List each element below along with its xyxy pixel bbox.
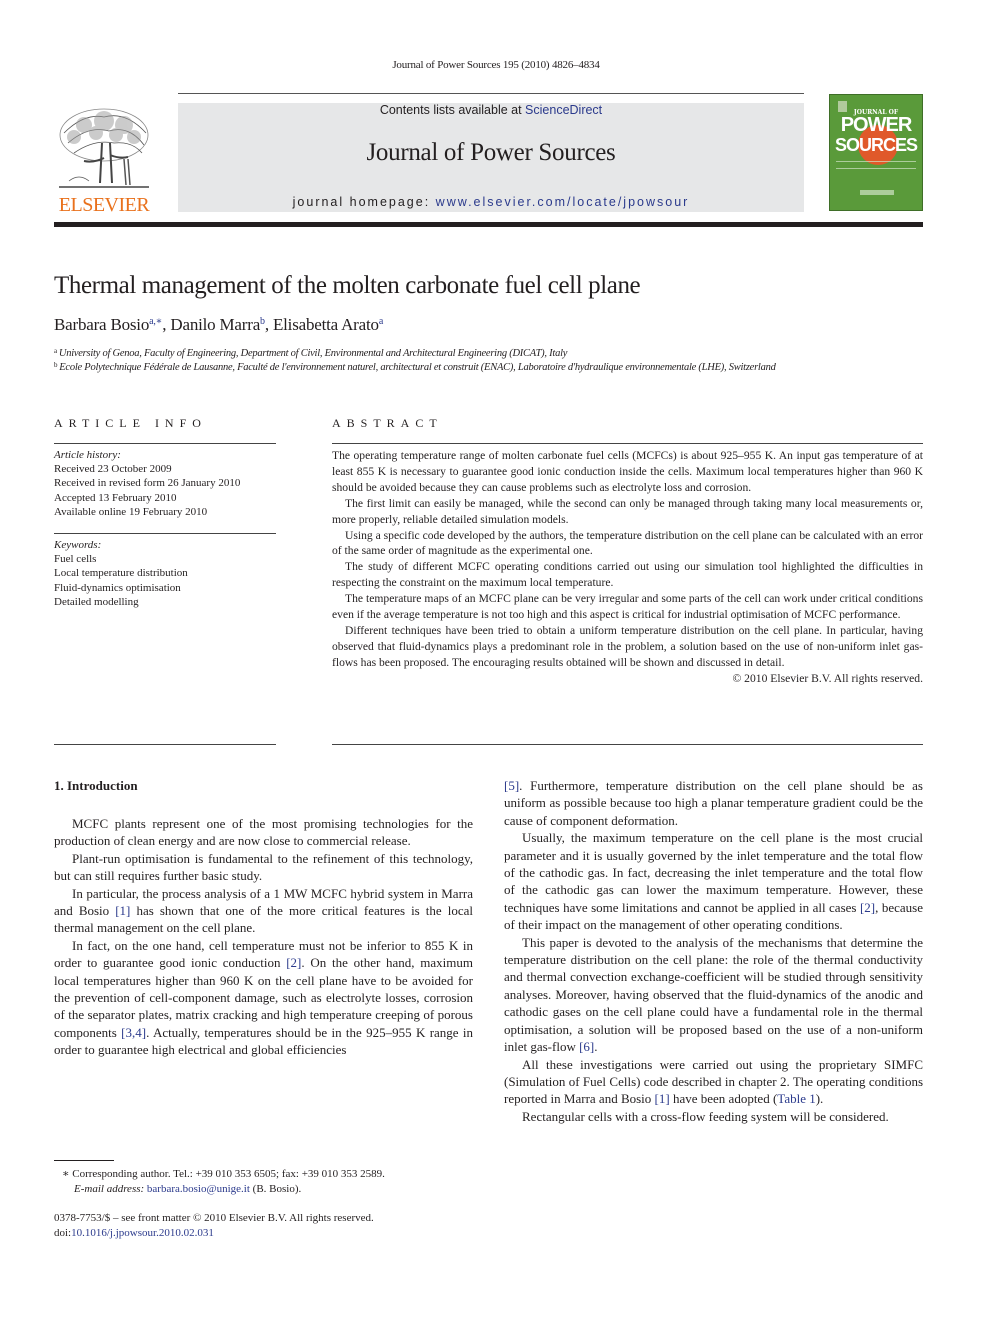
journal-title: Journal of Power Sources <box>366 139 616 166</box>
abstract-heading: ABSTRACT <box>332 416 443 430</box>
affiliation-b: b Ecole Polytechnique Fédérale de Lausann… <box>54 361 776 373</box>
keyword-item: Fuel cells <box>54 553 97 566</box>
author-affiliation-marker[interactable]: a,∗ <box>149 316 162 327</box>
doi-prefix: doi: <box>54 1226 72 1239</box>
text-run: . <box>594 1039 598 1055</box>
abstract-paragraph: The operating temperature range of molte… <box>332 449 923 494</box>
issn-line: 0378-7753/$ – see front matter © 2010 El… <box>54 1212 374 1224</box>
abstract-body: The operating temperature range of molte… <box>332 448 923 687</box>
cover-title-line3: SOURCES <box>834 135 918 155</box>
divider <box>332 443 923 444</box>
body-paragraph: Usually, the maximum temperature on the … <box>504 829 923 933</box>
history-item: Received in revised form 26 January 2010 <box>54 477 241 490</box>
keyword-item: Fluid-dynamics optimisation <box>54 581 181 594</box>
citation-link[interactable]: [6] <box>579 1039 594 1054</box>
corresponding-author-footnote: ∗ Corresponding author. Tel.: +39 010 35… <box>62 1167 385 1196</box>
history-item: Available online 19 February 2010 <box>54 505 208 518</box>
body-paragraph: MCFC plants represent one of the most pr… <box>54 816 473 849</box>
journal-banner: Contents lists available at ScienceDirec… <box>178 103 804 212</box>
header-thick-rule <box>54 222 923 227</box>
abstract-paragraph: The first limit can easily be managed, w… <box>332 496 923 526</box>
abstract-paragraph: Different techniques have been tried to … <box>332 623 923 669</box>
body-paragraph: In fact, on the one hand, cell temperatu… <box>54 937 473 1059</box>
homepage-line: journal homepage: www.elsevier.com/locat… <box>178 195 804 209</box>
author-name: Danilo Marra <box>170 315 261 334</box>
journal-cover-image: JOURNAL OF POWER SOURCES <box>829 94 923 211</box>
keywords-label: Keywords: <box>54 539 102 551</box>
divider <box>54 744 276 745</box>
divider <box>54 443 276 444</box>
body-paragraph: This paper is devoted to the analysis of… <box>504 934 923 1056</box>
journal-homepage-link[interactable]: www.elsevier.com/locate/jpowsour <box>436 195 690 209</box>
abstract-paragraph: The temperature maps of an MCFC plane ca… <box>332 592 923 622</box>
abstract-copyright: © 2010 Elsevier B.V. All rights reserved… <box>732 671 923 685</box>
author-name: Barbara Bosio <box>54 315 150 334</box>
doi-line: doi:10.1016/j.jpowsour.2010.02.031 <box>54 1226 374 1241</box>
keyword-item: Detailed modelling <box>54 595 139 608</box>
history-item: Accepted 13 February 2010 <box>54 491 177 504</box>
table-link[interactable]: Table 1 <box>777 1091 815 1106</box>
footnote-email-line: E-mail address: barbara.bosio@unige.it (… <box>62 1182 385 1197</box>
body-paragraph: [5]. Furthermore, temperature distributi… <box>504 777 923 829</box>
abstract-paragraph: Using a specific code developed by the a… <box>332 528 923 558</box>
sciencedirect-link[interactable]: ScienceDirect <box>525 103 602 117</box>
citation-link[interactable]: [2] <box>860 900 875 915</box>
header-top-rule <box>178 93 804 94</box>
divider <box>332 744 923 745</box>
footnote-line: ∗ Corresponding author. Tel.: +39 010 35… <box>62 1167 385 1182</box>
divider <box>54 533 276 534</box>
email-suffix: (B. Bosio). <box>249 1182 302 1195</box>
author-affiliation-marker[interactable]: b <box>260 316 265 327</box>
text-run: have been adopted ( <box>669 1091 778 1107</box>
affiliation-text: Ecole Polytechnique Fédérale de Lausanne… <box>59 362 776 373</box>
body-column-left: MCFC plants represent one of the most pr… <box>54 815 473 1059</box>
text-run: ). <box>815 1091 824 1107</box>
body-paragraph: All these investigations were carried ou… <box>504 1056 923 1108</box>
keywords: Keywords: Fuel cells Local temperature d… <box>54 538 188 609</box>
front-matter: 0378-7753/$ – see front matter © 2010 El… <box>54 1211 374 1240</box>
author-affiliation-marker[interactable]: a <box>379 316 383 327</box>
citation-link[interactable]: [2] <box>286 955 301 970</box>
elsevier-wordmark: ELSEVIER <box>58 194 150 216</box>
author-name: Elisabetta Arato <box>272 315 379 334</box>
abstract-paragraph: The study of different MCFC operating co… <box>332 560 923 590</box>
body-paragraph: Plant-run optimisation is fundamental to… <box>54 850 473 884</box>
contents-prefix: Contents lists available at <box>379 103 526 117</box>
article-title: Thermal management of the molten carbona… <box>54 272 641 299</box>
email-label: E-mail address: <box>74 1182 145 1195</box>
contents-line: Contents lists available at ScienceDirec… <box>178 103 804 117</box>
text-run: This paper is devoted to the analysis of… <box>504 934 923 1055</box>
homepage-prefix: journal homepage: <box>292 195 436 209</box>
citation-link[interactable]: [3,4] <box>121 1025 146 1040</box>
affiliation-a: a University of Genoa, Faculty of Enginee… <box>54 347 567 359</box>
affiliation-marker: a <box>54 347 57 355</box>
affiliation-marker: b <box>54 361 58 369</box>
section-heading-introduction: 1. Introduction <box>54 778 138 793</box>
cover-publisher-mark <box>860 190 894 195</box>
text-run: . Furthermore, temperature distribution … <box>504 778 923 828</box>
keyword-item: Local temperature distribution <box>54 567 188 580</box>
citation-link[interactable]: [1] <box>655 1091 670 1106</box>
article-history: Article history: Received 23 October 200… <box>54 448 240 519</box>
cover-subtitle <box>836 161 916 169</box>
cover-title-line2: POWER <box>840 114 913 136</box>
body-paragraph: In particular, the process analysis of a… <box>54 885 473 937</box>
body-column-right: [5]. Furthermore, temperature distributi… <box>504 777 923 1125</box>
citation-link[interactable]: [5] <box>504 778 519 793</box>
article-info-heading: ARTICLE INFO <box>54 416 207 430</box>
footnote-text: Corresponding author. Tel.: +39 010 353 … <box>69 1168 385 1180</box>
body-paragraph: Rectangular cells with a cross-flow feed… <box>522 1108 889 1124</box>
citation-link[interactable]: [1] <box>115 903 130 918</box>
running-head: Journal of Power Sources 195 (2010) 4826… <box>392 59 600 71</box>
author-email-link[interactable]: barbara.bosio@unige.it <box>147 1183 250 1195</box>
affiliation-text: University of Genoa, Faculty of Engineer… <box>58 348 568 359</box>
author-list: Barbara Bosioa,∗, Danilo Marrab, Elisabe… <box>54 315 384 334</box>
doi-link[interactable]: 10.1016/j.jpowsour.2010.02.031 <box>71 1227 214 1239</box>
history-item: Received 23 October 2009 <box>54 463 172 476</box>
history-label: Article history: <box>54 449 121 461</box>
footnote-rule <box>54 1160 114 1161</box>
